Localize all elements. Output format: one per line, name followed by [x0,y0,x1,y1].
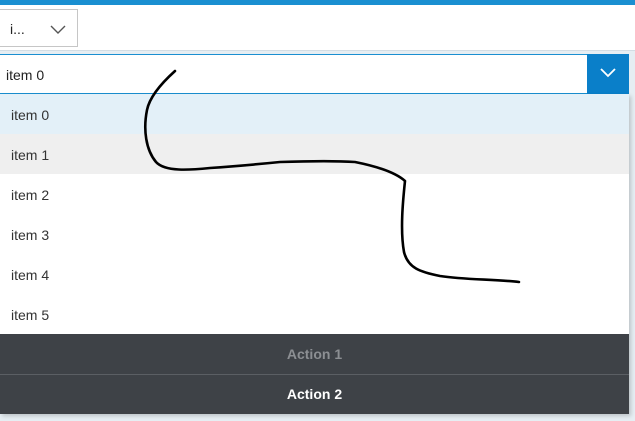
toolbar-row: i... [0,5,635,51]
chevron-down-icon [50,22,66,38]
list-item[interactable]: item 2 [0,174,629,214]
action-1-button[interactable]: Action 1 [0,334,629,374]
list-item[interactable]: item 0 [0,94,629,134]
list-item-label: item 5 [11,307,50,323]
combobox-value: item 0 [6,67,45,83]
action-2-label: Action 2 [286,386,343,402]
list-item[interactable]: item 1 [0,134,629,174]
list-item[interactable]: item 4 [0,254,629,294]
action-2-button[interactable]: Action 2 [0,374,629,414]
compact-select[interactable]: i... [0,9,78,47]
list-item-label: item 3 [11,227,50,243]
combobox-dropdown-button[interactable] [587,54,629,94]
dropdown-list: item 0 item 1 item 2 item 3 item 4 item … [0,94,629,414]
combobox[interactable]: item 0 [0,54,629,94]
list-item[interactable]: item 5 [0,294,629,334]
list-item-label: item 0 [11,107,50,123]
list-item-label: item 4 [11,267,50,283]
compact-select-value: i... [10,21,25,37]
list-item-label: item 1 [11,147,50,163]
list-item[interactable]: item 3 [0,214,629,254]
action-1-label: Action 1 [286,346,343,362]
list-item-label: item 2 [11,187,50,203]
chevron-down-icon [600,68,616,78]
